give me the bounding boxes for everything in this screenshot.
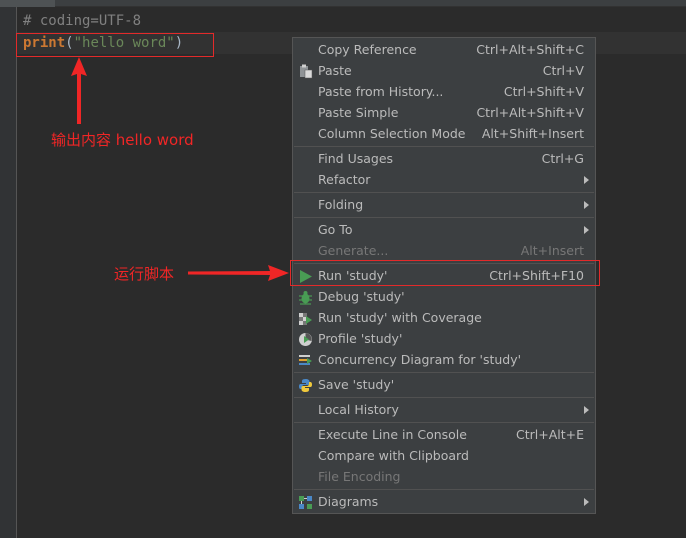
menu-item-go-to[interactable]: Go To [293,220,595,241]
menu-item-shortcut: Ctrl+Alt+E [515,427,584,442]
menu-item-label: Execute Line in Console [318,427,467,442]
menu-item-label: Copy Reference [318,42,417,57]
code-line-1[interactable]: # coding=UTF-8 [23,11,141,31]
menu-item-compare-clipboard[interactable]: Compare with Clipboard [293,446,595,467]
menu-item-label: Run 'study' with Coverage [318,310,482,325]
menu-item-local-history[interactable]: Local History [293,400,595,421]
menu-item-shortcut: Alt+Shift+Insert [481,126,584,141]
submenu-arrow-icon [584,201,589,209]
run-annotation: 运行脚本 [114,265,175,283]
menu-item-debug-study[interactable]: Debug 'study' [293,287,595,308]
menu-item-label: Profile 'study' [318,331,403,346]
menu-separator [294,146,594,147]
editor-tab-strip [0,0,686,7]
submenu-arrow-icon [584,406,589,414]
menu-separator [294,372,594,373]
paste-icon [300,64,313,79]
concurrency-icon [299,355,312,365]
submenu-arrow-icon [584,176,589,184]
menu-item-label: Compare with Clipboard [318,448,469,463]
menu-item-label: Find Usages [318,151,394,166]
editor-gutter [0,7,17,538]
menu-item-paste-simple[interactable]: Paste Simple Ctrl+Alt+Shift+V [293,103,595,124]
menu-separator [294,397,594,398]
menu-item-diagrams[interactable]: Diagrams [293,492,595,513]
menu-item-save-study[interactable]: Save 'study' [293,375,595,396]
submenu-arrow-icon [584,226,589,234]
menu-item-label: Folding [318,197,364,212]
menu-item-label: Save 'study' [318,377,395,392]
menu-item-copy-reference[interactable]: Copy Reference Ctrl+Alt+Shift+C [293,40,595,61]
menu-item-shortcut: Ctrl+Shift+V [503,84,584,99]
menu-item-label: Paste Simple [318,105,399,120]
menu-item-column-selection-mode[interactable]: Column Selection Mode Alt+Shift+Insert [293,124,595,145]
menu-item-execute-line[interactable]: Execute Line in Console Ctrl+Alt+E [293,425,595,446]
menu-item-run-with-coverage[interactable]: Run 'study' with Coverage [293,308,595,329]
menu-item-label: Generate... [318,243,389,258]
menu-item-label: Go To [318,222,353,237]
menu-item-paste[interactable]: Paste Ctrl+V [293,61,595,82]
menu-item-file-encoding[interactable]: File Encoding [293,467,595,488]
menu-item-label: Paste from History... [318,84,444,99]
menu-item-shortcut: Alt+Insert [520,243,584,258]
menu-item-folding[interactable]: Folding [293,195,595,216]
menu-item-label: Diagrams [318,494,379,509]
menu-item-label: Local History [318,402,399,417]
menu-item-label: Refactor [318,172,371,187]
run-highlight-box [290,260,600,286]
menu-item-label: Concurrency Diagram for 'study' [318,352,522,367]
menu-separator [294,217,594,218]
menu-item-concurrency-diagram[interactable]: Concurrency Diagram for 'study' [293,350,595,371]
submenu-arrow-icon [584,498,589,506]
output-annotation: 输出内容 hello word [51,131,194,149]
menu-item-shortcut: Ctrl+G [541,151,584,166]
coverage-icon [299,313,312,325]
menu-separator [294,489,594,490]
menu-item-shortcut: Ctrl+Alt+Shift+C [476,42,584,57]
menu-separator [294,192,594,193]
menu-item-paste-from-history[interactable]: Paste from History... Ctrl+Shift+V [293,82,595,103]
menu-item-profile-study[interactable]: Profile 'study' [293,329,595,350]
diagrams-icon [299,496,312,509]
menu-item-label: Debug 'study' [318,289,405,304]
python-icon [299,379,312,392]
editor-tab[interactable] [0,0,55,7]
menu-item-label: File Encoding [318,469,401,484]
menu-separator [294,422,594,423]
menu-item-refactor[interactable]: Refactor [293,170,595,191]
menu-item-find-usages[interactable]: Find Usages Ctrl+G [293,149,595,170]
profile-icon [299,333,312,346]
menu-item-generate[interactable]: Generate... Alt+Insert [293,241,595,262]
menu-item-shortcut: Ctrl+V [542,63,584,78]
menu-item-label: Column Selection Mode [318,126,466,141]
code-highlight-box [16,33,214,57]
menu-item-label: Paste [318,63,352,78]
menu-item-shortcut: Ctrl+Alt+Shift+V [476,105,584,120]
debug-icon [299,291,312,305]
